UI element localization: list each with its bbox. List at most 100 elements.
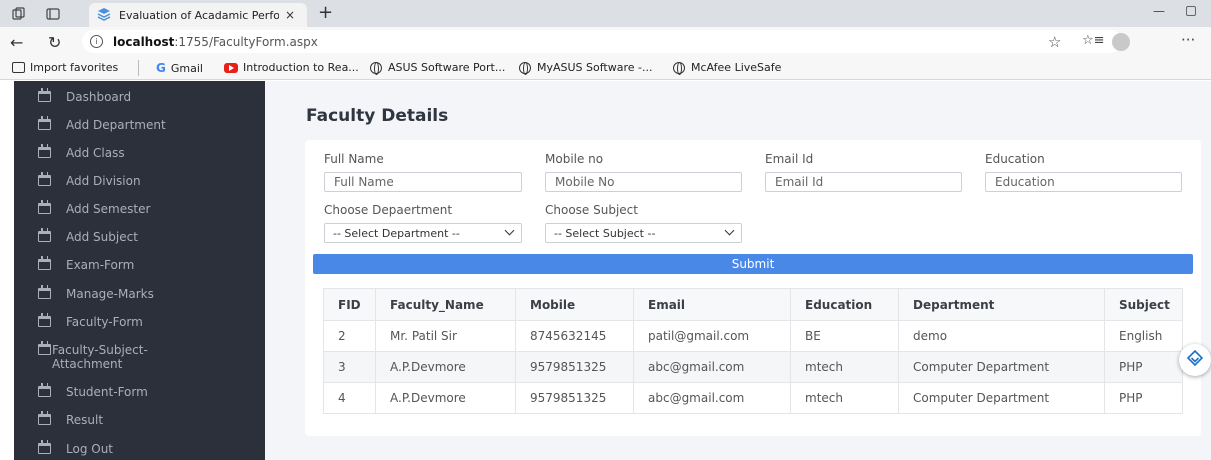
bookmark-introduction[interactable]: Introduction to Rea...: [224, 61, 359, 74]
cell-faculty-name: Mr. Patil Sir: [375, 320, 516, 352]
url-path: :1755/FacultyForm.aspx: [174, 34, 318, 49]
sidebar-item-log-out[interactable]: Log Out: [14, 440, 265, 456]
sidebar-item-add-subject[interactable]: Add Subject: [14, 228, 265, 244]
workspaces-icon[interactable]: [12, 6, 26, 21]
cell-department: demo: [898, 320, 1105, 352]
bookmark-gmail[interactable]: G Gmail: [156, 61, 203, 75]
department-selected-value: -- Select Department --: [333, 226, 460, 240]
calendar-icon: [38, 411, 51, 425]
subject-selected-value: -- Select Subject --: [554, 226, 656, 240]
column-header-fid: FID: [323, 288, 376, 321]
floating-action-button[interactable]: [1179, 344, 1211, 376]
sidebar-item-faculty-form[interactable]: Faculty-Form: [14, 313, 265, 329]
sidebar-item-exam-form[interactable]: Exam-Form: [14, 256, 265, 272]
profile-avatar-icon[interactable]: [1112, 33, 1130, 51]
more-options-icon[interactable]: ···: [1181, 31, 1195, 49]
bookmark-asus-software[interactable]: ASUS Software Port...: [370, 61, 505, 75]
faculty-table: FID Faculty_Name Mobile Email Education …: [323, 288, 1183, 414]
bookmark-separator: [138, 60, 139, 76]
cell-subject: PHP: [1104, 351, 1183, 383]
cell-fid: 3: [323, 351, 376, 383]
browser-tab[interactable]: Evaluation of Acadamic Performa ×: [89, 3, 307, 27]
column-header-department: Department: [898, 288, 1105, 321]
sidebar-item-faculty-subject-attachment[interactable]: Faculty-Subject-Attachment: [14, 341, 174, 371]
globe-icon: [519, 61, 531, 75]
cell-education: mtech: [790, 351, 899, 383]
cell-email: patil@gmail.com: [633, 320, 791, 352]
table-row: 4 A.P.Devmore 9579851325 abc@gmail.com m…: [323, 382, 1183, 414]
bookmark-mcafee[interactable]: McAfee LiveSafe: [673, 61, 781, 75]
chevron-down-icon: [504, 225, 515, 236]
cell-email: abc@gmail.com: [633, 351, 791, 383]
layers-icon: [1186, 349, 1204, 370]
cell-mobile: 9579851325: [515, 351, 634, 383]
mobile-input[interactable]: [545, 172, 742, 192]
full-name-label: Full Name: [324, 152, 384, 166]
calendar-icon: [38, 144, 51, 158]
globe-icon: [370, 61, 382, 75]
site-info-icon[interactable]: i: [90, 35, 103, 48]
sidebar-item-add-division[interactable]: Add Division: [14, 172, 265, 188]
favorite-star-icon[interactable]: ☆: [1048, 33, 1061, 51]
cell-email: abc@gmail.com: [633, 382, 791, 414]
maximize-icon[interactable]: [1186, 6, 1196, 16]
cell-subject: English: [1104, 320, 1183, 352]
tab-title: Evaluation of Acadamic Performa: [119, 8, 279, 22]
sidebar-item-result[interactable]: Result: [14, 411, 265, 427]
email-input[interactable]: [765, 172, 962, 192]
bookmark-import-favorites[interactable]: Import favorites: [12, 61, 118, 74]
google-icon: G: [156, 61, 166, 75]
department-label: Choose Depaertment: [324, 203, 453, 217]
column-header-email: Email: [633, 288, 791, 321]
education-label: Education: [985, 152, 1045, 166]
back-arrow-icon[interactable]: ←: [10, 33, 23, 52]
column-header-faculty-name: Faculty_Name: [375, 288, 516, 321]
cell-subject: PHP: [1104, 382, 1183, 414]
sidebar-item-add-semester[interactable]: Add Semester: [14, 200, 265, 216]
calendar-icon: [38, 256, 51, 270]
minimize-icon[interactable]: —: [1153, 4, 1165, 18]
calendar-icon: [38, 285, 51, 299]
close-tab-icon[interactable]: ×: [285, 8, 295, 22]
sidebar-item-dashboard[interactable]: Dashboard: [14, 88, 265, 104]
calendar-icon: [38, 88, 51, 102]
education-input[interactable]: [985, 172, 1182, 192]
sidebar-item-add-department[interactable]: Add Department: [14, 116, 265, 132]
import-icon: [12, 62, 25, 73]
cell-faculty-name: A.P.Devmore: [375, 382, 516, 414]
table-row: 2 Mr. Patil Sir 8745632145 patil@gmail.c…: [323, 320, 1183, 352]
cell-mobile: 9579851325: [515, 382, 634, 414]
sidebar-item-manage-marks[interactable]: Manage-Marks: [14, 285, 265, 301]
calendar-icon: [38, 116, 51, 130]
subject-select[interactable]: -- Select Subject --: [545, 223, 742, 243]
page-title: Faculty Details: [306, 106, 449, 126]
submit-button[interactable]: Submit: [313, 254, 1193, 274]
sidebar-item-add-class[interactable]: Add Class: [14, 144, 265, 160]
department-select[interactable]: -- Select Department --: [324, 223, 522, 243]
cell-faculty-name: A.P.Devmore: [375, 351, 516, 383]
subject-label: Choose Subject: [545, 203, 638, 217]
email-label: Email Id: [765, 152, 814, 166]
calendar-icon: [38, 341, 51, 355]
column-header-education: Education: [790, 288, 899, 321]
url-host: localhost: [113, 34, 175, 49]
table-header-row: FID Faculty_Name Mobile Email Education …: [323, 288, 1183, 321]
tab-actions-icon[interactable]: [46, 7, 60, 21]
cell-mobile: 8745632145: [515, 320, 634, 352]
full-name-input[interactable]: [324, 172, 522, 192]
favorites-icon[interactable]: ☆≡: [1082, 33, 1105, 48]
cell-education: mtech: [790, 382, 899, 414]
refresh-icon[interactable]: ↻: [48, 33, 61, 52]
sidebar-item-student-form[interactable]: Student-Form: [14, 383, 265, 399]
cell-fid: 2: [323, 320, 376, 352]
column-header-subject: Subject: [1104, 288, 1183, 321]
bookmark-myasus[interactable]: MyASUS Software -...: [519, 61, 652, 75]
sidebar: Dashboard Add Department Add Class Add D…: [14, 81, 265, 460]
youtube-icon: [224, 62, 238, 73]
address-bar[interactable]: i localhost :1755/FacultyForm.aspx: [82, 30, 1122, 53]
new-tab-icon[interactable]: +: [318, 3, 333, 23]
calendar-icon: [38, 383, 51, 397]
calendar-icon: [38, 200, 51, 214]
calendar-icon: [38, 440, 51, 454]
calendar-icon: [38, 313, 51, 327]
